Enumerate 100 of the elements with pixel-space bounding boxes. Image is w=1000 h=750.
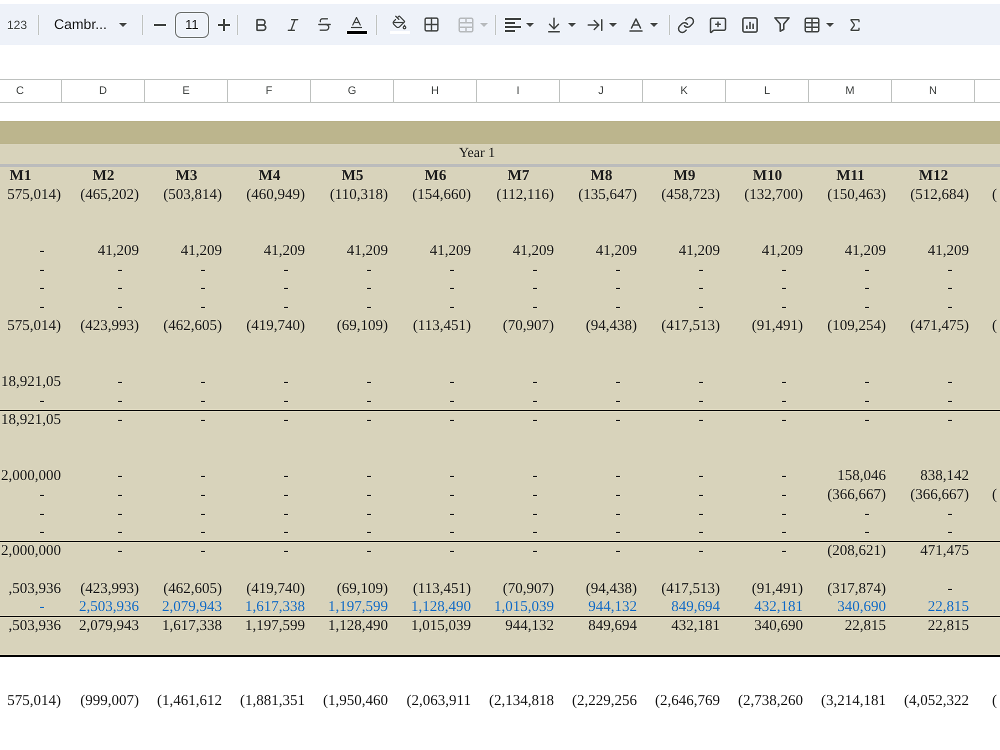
table-cell: - [40, 244, 44, 259]
table-cell: - [782, 506, 786, 522]
table-cell: - [118, 506, 122, 522]
table-cell: (2,646,769 [655, 694, 720, 710]
table-cell: (135,647) [578, 188, 637, 203]
table-cell: (1,881,351 [240, 694, 305, 710]
table-cell: - [118, 262, 122, 278]
table-cell: 838,142 [920, 469, 969, 484]
column-letter[interactable]: I [516, 86, 520, 96]
column-letter[interactable]: K [680, 86, 688, 96]
column-letter[interactable]: F [266, 86, 272, 96]
comment-plus-icon [708, 16, 727, 34]
table-cell: 1,128,490 [411, 600, 471, 615]
table-cell: 41,209 [346, 244, 388, 259]
table-cell: - [118, 375, 122, 390]
merge-cells-icon [456, 16, 475, 34]
table-cell: - [864, 394, 870, 409]
table-cell: 1,197,599 [245, 619, 305, 634]
column-letter[interactable]: H [431, 86, 439, 96]
table-cell: - [948, 262, 952, 278]
table-cell: - [200, 300, 206, 316]
table-cell: - [948, 281, 952, 296]
table-cell: - [698, 300, 704, 316]
table-cell: - [616, 524, 620, 540]
table-cell: (366,667) [910, 488, 969, 503]
table-cell: - [40, 506, 44, 522]
table-cell: - [532, 524, 538, 540]
table-cell: - [782, 412, 786, 428]
table-cell: 158,046 [837, 469, 886, 484]
caret-icon [608, 22, 617, 26]
table-cell: - [616, 469, 620, 484]
table-cell: - [118, 488, 122, 503]
table-cell: 41,209 [678, 244, 720, 259]
table-cell: - [200, 469, 206, 484]
table-cell: - [450, 506, 454, 522]
table-cell: - [284, 375, 288, 390]
table-cell: - [864, 412, 870, 428]
table-cell: - [948, 394, 952, 409]
table-cell: (112,116) [496, 188, 554, 203]
column-heading: M10 [752, 168, 782, 184]
column-heading: M7 [508, 168, 530, 184]
table-cell: - [366, 394, 372, 409]
table-cell: (94,438) [586, 582, 637, 597]
table-cell: (3,214,181 [821, 694, 886, 710]
table-cell: (69,109) [336, 319, 388, 334]
table-cell: ( [992, 319, 997, 334]
font-dropdown[interactable]: Cambr... [47, 10, 134, 38]
table-cell: (2,063,911 [406, 694, 471, 710]
table-cell: ( [992, 488, 997, 503]
column-letter[interactable]: L [764, 86, 770, 96]
table-cell: - [366, 524, 372, 540]
column-heading: M1 [10, 168, 32, 184]
table-cell: - [782, 544, 786, 560]
table-cell: (999,007) [80, 694, 139, 710]
table-cell: - [118, 281, 122, 296]
table-cell: (317,874) [827, 582, 886, 597]
table-cell: (1,950,460 [323, 694, 388, 710]
font-size-field[interactable]: 11 [174, 12, 209, 38]
number-format-button[interactable]: 123 [4, 10, 30, 38]
table-cell: 2,503,936 [79, 600, 139, 615]
table-cell: - [366, 281, 372, 296]
table-cell: (113,451) [412, 582, 471, 597]
column-letter[interactable]: G [348, 86, 356, 96]
table-cell: (4,052,322 [904, 694, 969, 710]
table-cell: 41,209 [180, 244, 222, 259]
table-cell: ,503,936 [8, 582, 61, 597]
table-cell: (503,814) [163, 188, 222, 203]
column-letter[interactable]: C [16, 86, 24, 96]
table-cell: 41,209 [430, 244, 471, 259]
plus-icon [218, 18, 230, 30]
table-cell: 2,000,000 [1, 469, 61, 484]
table-cell: - [782, 469, 786, 484]
table-cell: (423,993) [80, 319, 139, 334]
table-cell: - [864, 524, 870, 540]
table-cell: - [40, 600, 44, 615]
column-letter[interactable]: N [929, 86, 937, 96]
table-cell: 41,209 [844, 244, 886, 259]
table-cell: - [200, 281, 206, 296]
table-cell: 575,014) [7, 319, 61, 334]
table-cell: - [200, 262, 206, 278]
table-cell: - [200, 524, 206, 540]
table-cell: 432,181 [754, 600, 803, 615]
table-cell: - [40, 524, 44, 540]
table-cell: - [118, 394, 122, 409]
table-cell: (91,491) [752, 319, 803, 334]
column-letter[interactable]: E [182, 86, 190, 96]
column-letter[interactable]: M [845, 86, 855, 96]
table-cell: - [284, 412, 288, 428]
table-cell: - [450, 300, 454, 316]
table-cell: (94,438) [586, 319, 637, 334]
table-cell: - [366, 412, 372, 428]
table-cell: - [366, 488, 372, 503]
table-cell: - [532, 281, 538, 296]
table-cell: - [366, 262, 372, 278]
table-cell: - [616, 544, 620, 560]
column-letter[interactable]: D [99, 86, 107, 96]
table-cell: (113,451) [412, 319, 471, 334]
table-cell: - [450, 375, 454, 390]
column-letter[interactable]: J [598, 86, 604, 96]
table-cell: - [782, 488, 786, 503]
